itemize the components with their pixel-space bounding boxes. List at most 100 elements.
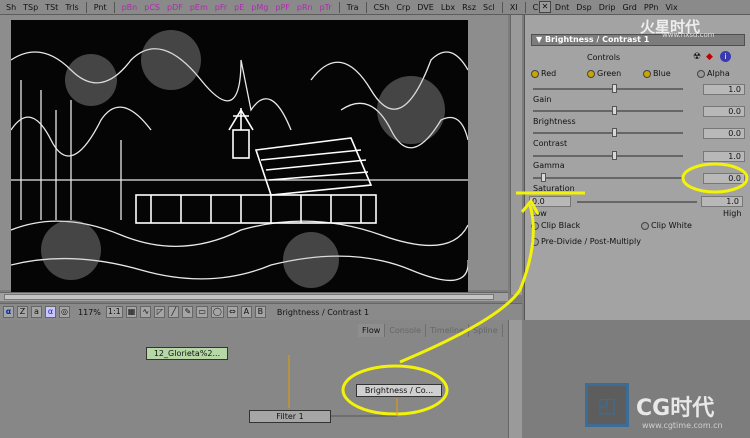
tool-control-panel: ▼ Brightness / Contrast 1 Controls ☢ ◆ i…: [524, 15, 750, 320]
toolbar-item-xi[interactable]: XI: [510, 3, 518, 12]
toolbar-item-pcs[interactable]: pCS: [144, 3, 160, 12]
spline-icon[interactable]: ∿: [140, 306, 152, 318]
rect-icon[interactable]: ▭: [196, 306, 208, 318]
range-slider[interactable]: [577, 201, 697, 203]
check-icon: [587, 69, 595, 78]
toolbar-item-rsz[interactable]: Rsz: [462, 3, 476, 12]
controls-tab[interactable]: Controls: [587, 53, 620, 62]
blue-checkbox[interactable]: Blue: [643, 69, 671, 78]
brightness-knob[interactable]: [612, 106, 617, 115]
gamma-knob[interactable]: [612, 151, 617, 160]
ratio-button[interactable]: 1:1: [105, 306, 123, 318]
toolbar-item-dnt[interactable]: Dnt: [555, 3, 569, 12]
flow-scrollbar[interactable]: [508, 320, 522, 438]
brush-icon[interactable]: ✎: [182, 306, 194, 318]
tab-timeline[interactable]: Timeline: [426, 324, 470, 337]
paint-icon[interactable]: ◆: [706, 52, 713, 62]
region-icon[interactable]: ▦: [125, 306, 138, 318]
gain-knob[interactable]: [612, 84, 617, 93]
tab-flow[interactable]: Flow: [358, 324, 386, 337]
filter-node[interactable]: Filter 1: [249, 410, 331, 423]
gamma-value[interactable]: 1.0: [703, 151, 745, 162]
tab-spline[interactable]: Spline: [469, 324, 503, 337]
toolbar-item-dsp[interactable]: Dsp: [576, 3, 591, 12]
toolbar-item-ppf[interactable]: pPF: [275, 3, 290, 12]
radio-icon: [531, 237, 539, 246]
zoom-level[interactable]: 117%: [78, 308, 101, 317]
brightness-value[interactable]: 0.0: [703, 106, 745, 117]
toolbar-item-tra[interactable]: Tra: [347, 3, 359, 12]
loader-node[interactable]: 12_Glorieta%2...: [146, 347, 228, 360]
viewer-horizontal-scrollbar[interactable]: [0, 292, 508, 301]
toolbar-item-ptr[interactable]: pTr: [320, 3, 332, 12]
toolbar-item-pdf[interactable]: pDF: [167, 3, 183, 12]
brightness-slider[interactable]: [533, 110, 683, 112]
info-icon[interactable]: i: [720, 51, 731, 62]
toolbar-item-drip[interactable]: Drip: [599, 3, 616, 12]
toolbar-separator: [338, 1, 340, 13]
high-value[interactable]: 1.0: [701, 196, 743, 207]
saturation-value[interactable]: 0.0: [703, 173, 745, 184]
ellipse-icon[interactable]: ◯: [210, 306, 224, 318]
channel-alpha-lower-button[interactable]: a: [31, 306, 42, 318]
toolbar-item-dve[interactable]: DVE: [417, 3, 434, 12]
premultiply-toggle[interactable]: Pre-Divide / Post-Multiply: [531, 237, 641, 246]
toolbar-item-pmg[interactable]: pMg: [251, 3, 268, 12]
toolbar-item-pem[interactable]: pEm: [190, 3, 208, 12]
gain-value[interactable]: 1.0: [703, 84, 745, 95]
toolbar-item-trls[interactable]: Trls: [65, 3, 78, 12]
toolbar-item-lbx[interactable]: Lbx: [441, 3, 455, 12]
viewer-vertical-scrollbar[interactable]: [510, 15, 522, 295]
red-checkbox[interactable]: Red: [531, 69, 556, 78]
channel-a-button[interactable]: α: [3, 306, 14, 318]
clip-black-toggle[interactable]: Clip Black: [531, 221, 580, 230]
green-checkbox[interactable]: Green: [587, 69, 621, 78]
polygon-icon[interactable]: ◸: [154, 306, 166, 318]
scroll-thumb[interactable]: [4, 294, 494, 300]
panel-title-text: Brightness / Contrast 1: [544, 35, 650, 44]
toolbar-item-pe[interactable]: pE: [234, 3, 244, 12]
saturation-knob[interactable]: [541, 173, 546, 182]
toolbar-separator: [524, 1, 526, 13]
brand-site: www.hxsd.com: [662, 31, 715, 39]
tool-toolbar: Sh TSp TSt Trls Pnt pBn pCS pDF pEm pFr pE pMg pPF pR…: [0, 0, 750, 15]
toolbar-item-pfr[interactable]: pFr: [215, 3, 227, 12]
lut-icon[interactable]: ◎: [59, 306, 70, 318]
toolbar-item-sh[interactable]: Sh: [6, 3, 16, 12]
brightness-contrast-node[interactable]: Brightness / Co...: [356, 384, 442, 397]
toolbar-item-tsp[interactable]: TSp: [23, 3, 38, 12]
toolbar-item-tst[interactable]: TSt: [45, 3, 58, 12]
gamma-slider[interactable]: [533, 155, 683, 157]
image-viewer[interactable]: [0, 15, 508, 298]
channel-z-button[interactable]: Z: [17, 306, 28, 318]
contrast-knob[interactable]: [612, 128, 617, 137]
toolbar-item-crp[interactable]: Crp: [396, 3, 410, 12]
red-label: Red: [541, 69, 557, 78]
low-value[interactable]: 0.0: [529, 196, 571, 207]
contrast-slider[interactable]: [533, 132, 683, 134]
toolbar-item-scl[interactable]: Scl: [483, 3, 495, 12]
premultiply-label: Pre-Divide / Post-Multiply: [541, 237, 641, 246]
alpha-button[interactable]: α: [45, 306, 56, 318]
tab-console[interactable]: Console: [385, 324, 427, 337]
toolbar-item-pnt[interactable]: Pnt: [94, 3, 107, 12]
toolbar-item-csh[interactable]: CSh: [374, 3, 390, 12]
cg-site: www.cgtime.com.cn: [642, 421, 723, 430]
brightness-label: Brightness: [533, 117, 576, 126]
toolbar-item-grd[interactable]: Grd: [622, 3, 636, 12]
compare-icon[interactable]: ⇔: [226, 306, 238, 318]
toolbar-item-ppn[interactable]: PPn: [644, 3, 659, 12]
clip-white-toggle[interactable]: Clip White: [641, 221, 692, 230]
toolbar-item-prn[interactable]: pRn: [297, 3, 313, 12]
toolbar-item-vix[interactable]: Vix: [665, 3, 677, 12]
toolbar-item-pbn[interactable]: pBn: [122, 3, 138, 12]
line-icon[interactable]: ╱: [168, 306, 180, 318]
buffer-b-button[interactable]: B: [254, 306, 266, 318]
saturation-slider[interactable]: [533, 177, 683, 179]
contrast-value[interactable]: 0.0: [703, 128, 745, 139]
radiation-icon[interactable]: ☢: [693, 52, 701, 62]
buffer-a-button[interactable]: A: [240, 306, 252, 318]
close-icon[interactable]: ✕: [539, 1, 551, 13]
gain-slider[interactable]: [533, 88, 683, 90]
alpha-checkbox[interactable]: Alpha: [697, 69, 730, 78]
